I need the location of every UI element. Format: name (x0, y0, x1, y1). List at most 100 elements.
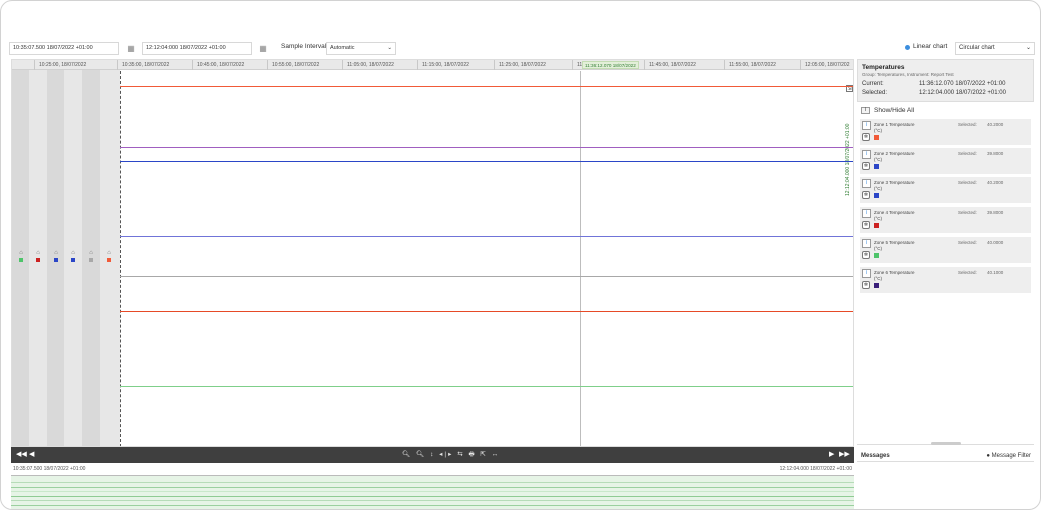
series-line[interactable] (120, 236, 853, 237)
series-panel: Temperatures Group: Temperatures, Instru… (857, 59, 1034, 509)
selected-value: 12:12:04.000 18/07/2022 +01:00 (919, 90, 1006, 96)
start-time-input[interactable]: 10:35:07.500 18/07/2022 +01:00 (9, 42, 119, 55)
chevron-down-icon: ⌄ (387, 45, 392, 51)
zone-card[interactable]: ⌇ Zone 6 Temperature (°C) ✲ Selected: 40.1000 (860, 267, 1031, 293)
series-line[interactable] (120, 161, 853, 162)
zone-selected-value: 40.2000 (987, 122, 1004, 127)
zone-name: Zone 5 Temperature (874, 240, 915, 245)
gear-icon[interactable]: ✲ (862, 221, 870, 229)
chart-line-icon[interactable]: ⌇ (862, 209, 871, 218)
zone-axis-marker[interactable]: ⌂ (87, 250, 95, 264)
cursor-line[interactable] (580, 71, 581, 446)
sample-interval-value: Automatic (330, 45, 355, 51)
chart-line-icon[interactable]: ⌇ (862, 150, 871, 159)
zone-selected-value: 39.8000 (987, 151, 1004, 156)
series-swatch (89, 258, 93, 262)
selected-row: Selected: 12:12:04.000 18/07/2022 +01:00 (862, 90, 1006, 96)
app-window: 10:35:07.500 18/07/2022 +01:00 ▦ 12:12:0… (0, 0, 1041, 510)
zone-card[interactable]: ⌇ Zone 3 Temperature (°C) ✲ Selected: 40.2000 (860, 177, 1031, 203)
message-filter-label: Message Filter (991, 453, 1031, 459)
time-tick-label: 10:45:00, 18/07/2022 (192, 60, 267, 70)
linear-chart-radio[interactable] (905, 45, 910, 50)
overview-line (11, 482, 854, 483)
overview-chart[interactable] (11, 475, 854, 509)
end-time-input[interactable]: 12:12:04:000 18/07/2022 +01:00 (142, 42, 252, 55)
series-line[interactable] (120, 311, 853, 312)
zone-unit: (°C) (874, 186, 883, 191)
zone-unit: (°C) (874, 246, 883, 251)
zone-card[interactable]: ⌇ Zone 2 Temperature (°C) ✲ Selected: 39.8000 (860, 148, 1031, 174)
zone-card[interactable]: ⌇ Zone 1 Temperature (°C) ✲ Selected: 40.2000 (860, 119, 1031, 145)
zone-selected-label: Selected: (958, 210, 977, 215)
zone-selected-label: Selected: (958, 151, 977, 156)
zone-name: Zone 2 Temperature (874, 151, 915, 156)
zone-axis-marker[interactable]: ⌂ (17, 250, 25, 264)
toolbar: 10:35:07.500 18/07/2022 +01:00 ▦ 12:12:0… (1, 39, 1040, 58)
sample-interval-select[interactable]: Automatic ⌄ (326, 42, 396, 55)
zone-color-swatch[interactable] (874, 223, 879, 228)
plot-area[interactable]: ⇲ 12:12:04.000 18/07/2022 +01:00 (120, 71, 853, 446)
gear-icon[interactable]: ✲ (862, 133, 870, 141)
time-tick-label: 12:05:00, 18/07/202 (800, 60, 853, 70)
zone-color-swatch[interactable] (874, 193, 879, 198)
series-line[interactable] (120, 86, 853, 87)
gear-icon[interactable]: ✲ (862, 281, 870, 289)
prev-page-button[interactable]: ◀ (29, 449, 34, 461)
chevron-down-icon: ⌄ (1025, 45, 1031, 51)
show-hide-all-toggle[interactable]: ⌇ Show/Hide All (861, 107, 914, 114)
zone-color-swatch[interactable] (874, 135, 879, 140)
gear-icon[interactable]: ✲ (862, 191, 870, 199)
time-tick-label: 11:25:00, 18/07/2022 (494, 60, 572, 70)
zone-color-swatch[interactable] (874, 164, 879, 169)
next-page-button[interactable]: ▶ (829, 449, 834, 461)
current-row: Current: 11:36:12.070 18/07/2022 +01:00 (862, 81, 1005, 87)
message-filter-button[interactable]: ● Message Filter (986, 453, 1031, 459)
zone-axis-marker[interactable]: ⌂ (105, 250, 113, 264)
last-page-button[interactable]: ▶▶ (839, 449, 850, 461)
calendar-icon[interactable]: ▦ (256, 42, 270, 55)
chart-line-icon[interactable]: ⌇ (862, 121, 871, 130)
series-line[interactable] (120, 276, 853, 277)
zone-name: Zone 3 Temperature (874, 180, 915, 185)
resize-handle[interactable] (931, 442, 961, 445)
series-swatch (107, 258, 111, 262)
series-line[interactable] (120, 147, 853, 148)
zone-axis-marker[interactable]: ⌂ (52, 250, 60, 264)
calendar-icon[interactable]: ▦ (124, 42, 138, 55)
range-row: 10:35:07.500 18/07/2022 +01:00 12:12:04.… (11, 465, 854, 474)
chart-type-select[interactable]: Circular chart ⌄ (955, 42, 1035, 55)
gear-icon[interactable]: ✲ (862, 251, 870, 259)
chart-tools[interactable]: 🔍︎ 🔍︎ ↕ ◂|▸ ⇆ 🖶 ⇱ ↔ (402, 450, 500, 460)
series-swatch (36, 258, 40, 262)
zone-unit: (°C) (874, 128, 883, 133)
time-tick-label: 11:15:00, 18/07/2022 (417, 60, 494, 70)
linear-chart-label[interactable]: Linear chart (913, 43, 947, 50)
chart-toggle-icon: ⌇ (861, 107, 870, 114)
first-page-button[interactable]: ◀◀ (16, 449, 27, 461)
chart-line-icon[interactable]: ⌇ (862, 269, 871, 278)
zone-selected-label: Selected: (958, 122, 977, 127)
zone-card[interactable]: ⌇ Zone 4 Temperature (°C) ✲ Selected: 39.8000 (860, 207, 1031, 233)
zone-axis-marker[interactable]: ⌂ (69, 250, 77, 264)
messages-title: Messages (861, 453, 890, 459)
chart-line-icon[interactable]: ⌇ (862, 179, 871, 188)
time-axis-header: 10:25:00, 18/07/2022 10:35:00, 18/07/2022… (12, 60, 853, 70)
gear-icon[interactable]: ✲ (862, 162, 870, 170)
cursor-time-label: 11:36:12.070 18/07/2022 (582, 61, 639, 69)
range-end-label[interactable]: 12:12:04.000 18/07/2022 +01:00 (780, 466, 852, 472)
range-start-label[interactable]: 10:35:07.500 18/07/2022 +01:00 (13, 466, 85, 472)
series-line[interactable] (120, 386, 853, 387)
series-swatch (71, 258, 75, 262)
zone-name: Zone 1 Temperature (874, 122, 915, 127)
overview-line (11, 505, 854, 506)
zone-axis-marker[interactable]: ⌂ (34, 250, 42, 264)
zone-color-swatch[interactable] (874, 253, 879, 258)
zone-unit: (°C) (874, 276, 883, 281)
time-tick-label: 10:35:00, 18/07/2022 (117, 60, 192, 70)
panel-title: Temperatures (862, 64, 905, 71)
zone-selected-value: 40.2000 (987, 180, 1004, 185)
overview-line (11, 496, 854, 497)
chart-line-icon[interactable]: ⌇ (862, 239, 871, 248)
zone-color-swatch[interactable] (874, 283, 879, 288)
zone-card[interactable]: ⌇ Zone 5 Temperature (°C) ✲ Selected: 40.0000 (860, 237, 1031, 263)
